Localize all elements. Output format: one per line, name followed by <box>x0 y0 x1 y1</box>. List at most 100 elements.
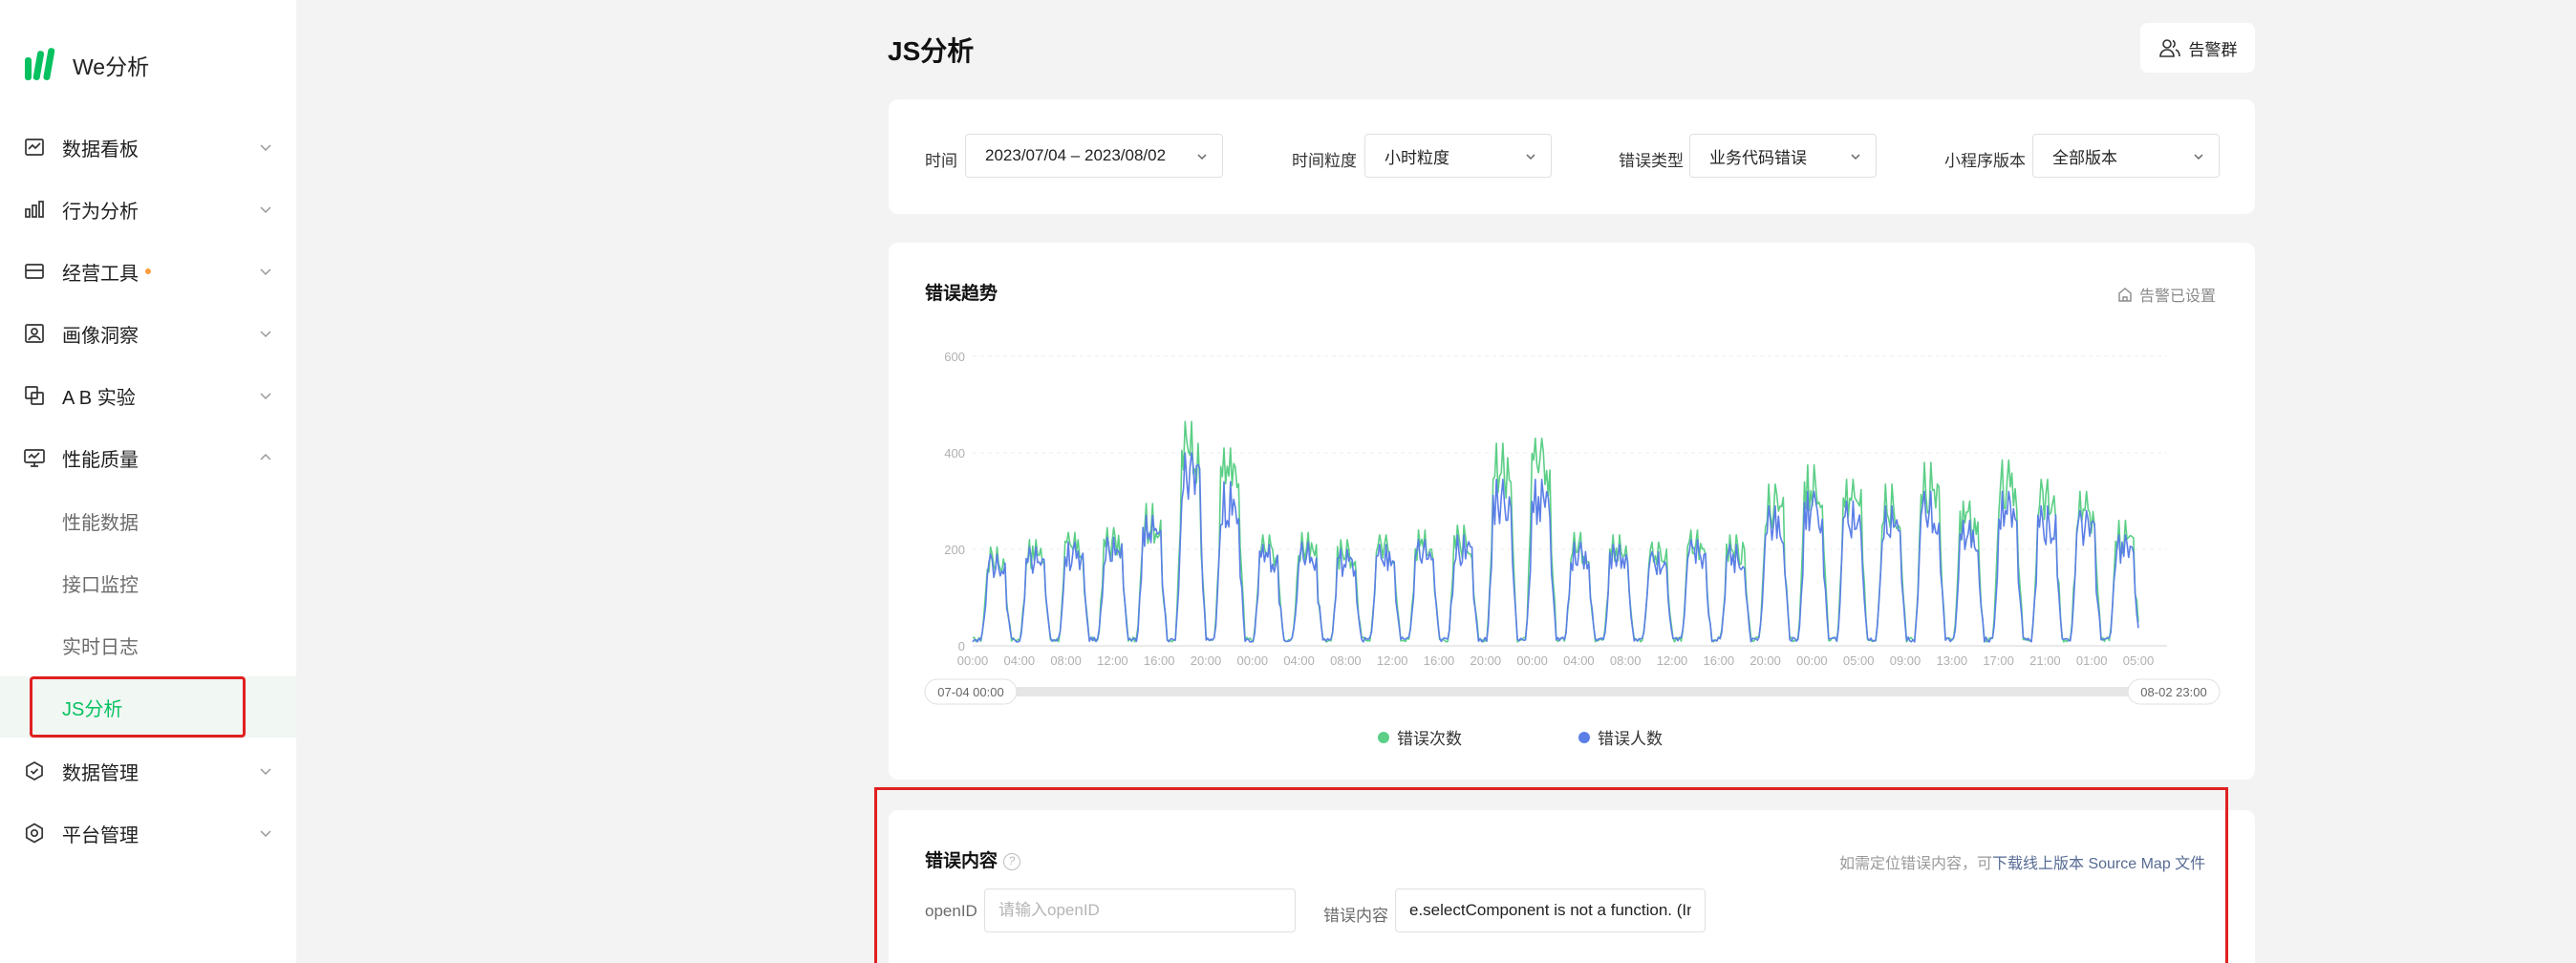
version-value: 全部版本 <box>2052 148 2117 167</box>
chevron-down-icon <box>1197 154 1207 160</box>
annotation-highlight-box <box>30 676 246 738</box>
error-type-label: 错误类型 <box>1619 152 1684 170</box>
error-type-value: 业务代码错误 <box>1709 148 1807 167</box>
chevron-up-icon <box>260 453 271 460</box>
x-tick-label: 16:00 <box>1704 653 1735 668</box>
x-tick-label: 12:00 <box>1657 653 1688 668</box>
x-tick-label: 00:00 <box>1237 653 1269 668</box>
dashboard-icon <box>25 139 44 156</box>
x-tick-label: 12:00 <box>1097 653 1128 668</box>
alert-group-label: 告警群 <box>2188 40 2238 59</box>
x-tick-label: 21:00 <box>2029 653 2061 668</box>
sidebar-item-portrait[interactable]: 画像洞察 <box>0 303 296 364</box>
sidebar-item-label: A B 实验 <box>62 387 136 409</box>
sidebar-subitem-label: 性能数据 <box>62 512 139 534</box>
data-shield-icon <box>26 761 43 781</box>
chevron-down-icon <box>2194 154 2203 160</box>
sidebar-subitem-api-monitor[interactable]: 接口监控 <box>0 552 296 613</box>
sidebar-item-label: 平台管理 <box>62 824 139 846</box>
filter-card: 时间 2023/07/04 – 2023/08/02 时间粒度 小时粒度 错误类… <box>889 99 2255 214</box>
legend-swatch <box>1378 731 1389 743</box>
settings-hex-icon <box>25 823 44 844</box>
sidebar-item-label: 经营工具 <box>62 258 151 286</box>
sidebar-item-dashboard[interactable]: 数据看板 <box>0 117 296 178</box>
sidebar-item-label: 数据管理 <box>62 762 139 784</box>
sidebar-subitem-label: 接口监控 <box>62 574 139 596</box>
sidebar-subitem-performance-data[interactable]: 性能数据 <box>0 490 296 551</box>
x-tick-label: 00:00 <box>957 653 989 668</box>
sidebar-item-label: 画像洞察 <box>62 325 139 347</box>
y-tick-label: 600 <box>944 350 965 364</box>
sidebar-item-behavior[interactable]: 行为分析 <box>0 179 296 240</box>
error-type-select[interactable]: 业务代码错误 <box>1689 134 1877 178</box>
x-tick-label: 09:00 <box>1890 653 1921 668</box>
x-tick-label: 20:00 <box>1470 653 1502 668</box>
legend-item-error-count[interactable]: 错误次数 <box>1378 725 1462 749</box>
sidebar-item-label: 性能质量 <box>62 449 139 471</box>
user-portrait-icon <box>25 324 44 343</box>
version-select[interactable]: 全部版本 <box>2032 134 2220 178</box>
app-name: We分析 <box>73 54 150 79</box>
x-tick-label: 13:00 <box>1937 653 1968 668</box>
sidebar-item-ab-test[interactable]: A B 实验 <box>0 365 296 426</box>
sidebar-item-business-tools[interactable]: 经营工具 <box>0 241 296 302</box>
chevron-down-icon <box>260 144 271 152</box>
range-slider-track <box>925 687 2220 696</box>
sidebar-item-data-management[interactable]: 数据管理 <box>0 740 296 802</box>
x-tick-label: 05:00 <box>1843 653 1875 668</box>
chevron-down-icon <box>260 830 271 838</box>
time-label: 时间 <box>925 152 957 170</box>
we-analytics-logo-icon <box>25 48 55 80</box>
store-icon <box>25 264 44 279</box>
x-tick-label: 16:00 <box>1144 653 1175 668</box>
sidebar-subitem-label: 实时日志 <box>62 636 139 658</box>
sidebar-item-label: 行为分析 <box>62 201 139 223</box>
granularity-label: 时间粒度 <box>1292 152 1357 170</box>
x-tick-label: 04:00 <box>1004 653 1036 668</box>
x-tick-label: 04:00 <box>1563 653 1595 668</box>
chevron-down-icon <box>1851 154 1860 160</box>
sidebar-item-platform-management[interactable]: 平台管理 <box>0 802 296 864</box>
range-start-label: 07-04 00:00 <box>937 685 1003 699</box>
y-tick-label: 0 <box>958 639 965 653</box>
version-label: 小程序版本 <box>1944 152 2026 170</box>
legend-label: 错误人数 <box>1598 730 1663 748</box>
y-tick-label: 200 <box>944 543 965 557</box>
sidebar: We分析 数据看板 行为分析 经营工具 画像洞察 A B 实验 性能质量 性能数… <box>0 0 296 963</box>
x-tick-label: 12:00 <box>1377 653 1408 668</box>
x-tick-label: 01:00 <box>2076 653 2108 668</box>
chevron-down-icon <box>260 768 271 776</box>
x-tick-label: 08:00 <box>1050 653 1082 668</box>
x-tick-label: 08:00 <box>1610 653 1642 668</box>
sidebar-subitem-realtime-log[interactable]: 实时日志 <box>0 614 296 675</box>
chevron-down-icon <box>1526 154 1535 160</box>
sidebar-item-label: 数据看板 <box>62 139 139 160</box>
y-tick-label: 400 <box>944 446 965 460</box>
x-tick-label: 00:00 <box>1796 653 1828 668</box>
chevron-down-icon <box>260 393 271 400</box>
legend-swatch <box>1578 731 1590 743</box>
chevron-down-icon <box>260 331 271 338</box>
x-tick-label: 20:00 <box>1750 653 1781 668</box>
error-trend-chart: 0 200 400 600 00:00 04:00 08:00 12:00 16:00 20:00… <box>924 350 2221 705</box>
time-range-value: 2023/07/04 – 2023/08/02 <box>985 146 1167 164</box>
x-tick-label: 17:00 <box>1983 653 2014 668</box>
error-trend-card: 错误趋势 告警已设置 0 200 400 600 00:00 04:00 08:00 12:0… <box>889 243 2255 780</box>
range-end-label: 08-02 23:00 <box>2140 685 2206 699</box>
granularity-value: 小时粒度 <box>1385 148 1449 167</box>
chevron-down-icon <box>260 206 271 214</box>
legend-item-error-users[interactable]: 错误人数 <box>1578 725 1663 749</box>
sidebar-item-performance[interactable]: 性能质量 <box>0 427 296 488</box>
page-title: JS分析 <box>888 36 975 66</box>
x-tick-label: 20:00 <box>1191 653 1222 668</box>
alert-group-button[interactable]: 告警群 <box>2140 23 2255 73</box>
x-tick-label: 05:00 <box>2123 653 2155 668</box>
granularity-select[interactable]: 小时粒度 <box>1364 134 1552 178</box>
time-range-picker[interactable]: 2023/07/04 – 2023/08/02 <box>965 134 1223 178</box>
x-tick-label: 04:00 <box>1283 653 1315 668</box>
monitor-icon <box>24 449 45 467</box>
ab-test-icon <box>25 386 44 405</box>
new-badge-dot <box>145 268 151 275</box>
annotation-highlight-box <box>874 787 2228 963</box>
app-logo[interactable]: We分析 <box>23 46 149 84</box>
